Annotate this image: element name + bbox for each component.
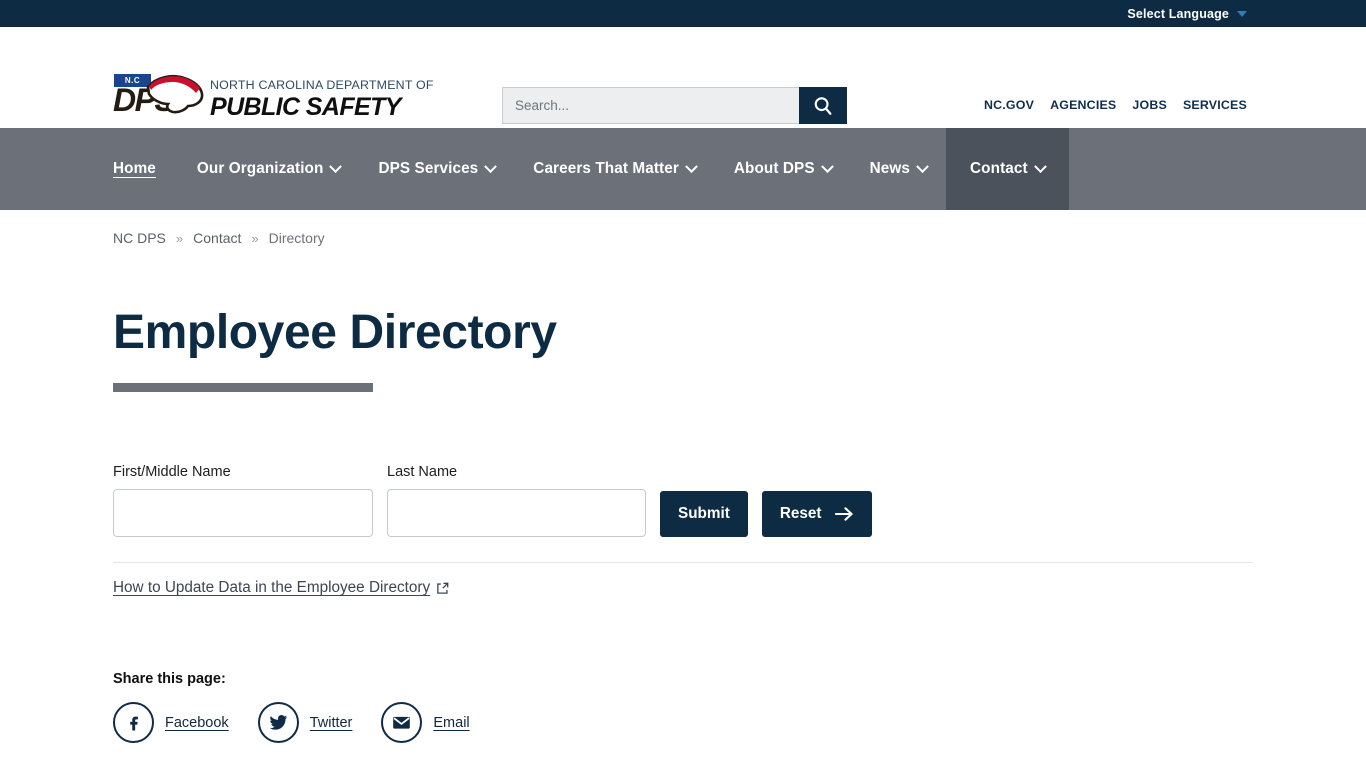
utility-link-services[interactable]: SERVICES: [1183, 98, 1247, 112]
email-icon: [393, 717, 411, 730]
breadcrumb-separator: »: [251, 230, 259, 246]
chevron-down-icon: [484, 159, 498, 173]
last-name-field-group: Last Name: [387, 464, 646, 538]
submit-button-label: Submit: [678, 505, 730, 523]
nav-item-about-dps[interactable]: About DPS: [715, 128, 851, 210]
share-facebook-label: Facebook: [165, 714, 229, 731]
chevron-down-icon: [916, 159, 929, 173]
twitter-icon-circle: [257, 702, 299, 744]
nav-item-contact[interactable]: Contact: [946, 128, 1069, 210]
breadcrumb-separator: »: [175, 230, 184, 246]
select-language-widget[interactable]: Select Language: [1127, 7, 1247, 21]
content-divider: [113, 562, 1253, 564]
language-bar: Select Language: [0, 0, 1366, 27]
reset-button-label: Reset: [779, 505, 822, 523]
nav-item-home[interactable]: Home: [113, 128, 178, 210]
nav-item-label: DPS Services: [378, 160, 479, 177]
chevron-down-icon: [329, 159, 343, 173]
masthead: N.C DPS NORTH CAROLINA DEPARTMENT OF PUB…: [0, 27, 1366, 128]
brand-line-2: PUBLIC SAFETY: [210, 93, 401, 121]
nav-item-label: Careers That Matter: [533, 160, 679, 177]
twitter-icon: [269, 715, 287, 731]
chevron-down-icon: [1237, 10, 1247, 17]
breadcrumb-item-directory: Directory: [268, 230, 325, 246]
last-name-input[interactable]: [387, 489, 646, 538]
nav-item-news[interactable]: News: [851, 128, 946, 210]
chevron-down-icon: [1033, 159, 1047, 173]
breadcrumb-item-contact[interactable]: Contact: [193, 230, 241, 246]
reset-button[interactable]: Reset: [761, 491, 872, 538]
nav-item-label: About DPS: [733, 160, 815, 177]
page-title: Employee Directory: [113, 306, 557, 359]
select-language-label: Select Language: [1127, 6, 1229, 21]
email-icon-circle: [381, 702, 423, 744]
submit-button[interactable]: Submit: [660, 491, 748, 538]
utility-nav: NC.GOV AGENCIES JOBS SERVICES: [984, 98, 1247, 112]
utility-link-jobs[interactable]: JOBS: [1132, 98, 1167, 112]
share-email[interactable]: Email: [381, 702, 470, 744]
share-section-title: Share this page:: [113, 671, 226, 688]
site-logo[interactable]: N.C DPS NORTH CAROLINA DEPARTMENT OF PUB…: [113, 73, 434, 121]
first-middle-name-label: First/Middle Name: [113, 464, 231, 481]
nav-item-label: Home: [113, 160, 156, 177]
employee-directory-search-form: First/Middle Name Last Name Submit Reset: [113, 464, 1366, 538]
breadcrumb-item-nc-dps[interactable]: NC DPS: [113, 230, 166, 246]
breadcrumb: NC DPS » Contact » Directory: [0, 210, 1366, 246]
search-icon: [814, 96, 832, 115]
utility-link-ncgov[interactable]: NC.GOV: [984, 98, 1034, 112]
external-link-icon: [437, 583, 449, 595]
brand-line-1: NORTH CAROLINA DEPARTMENT OF: [210, 78, 434, 92]
north-carolina-outline-icon: [146, 75, 204, 114]
main-navigation: Home Our Organization DPS Services Caree…: [0, 128, 1366, 210]
share-twitter[interactable]: Twitter: [257, 702, 353, 744]
site-search: [502, 87, 847, 124]
nav-item-our-organization[interactable]: Our Organization: [178, 128, 360, 210]
share-twitter-label: Twitter: [309, 714, 353, 731]
share-email-label: Email: [433, 714, 470, 731]
first-middle-name-field-group: First/Middle Name: [113, 464, 373, 538]
how-to-update-data-link[interactable]: How to Update Data in the Employee Direc…: [113, 579, 449, 597]
chevron-down-icon: [685, 159, 698, 173]
nav-item-dps-services[interactable]: DPS Services: [359, 128, 514, 210]
share-links-row: Facebook Twitter Email: [113, 702, 1366, 744]
last-name-label: Last Name: [387, 464, 458, 481]
share-facebook[interactable]: Facebook: [113, 702, 229, 744]
main-content: Employee Directory First/Middle Name Las…: [0, 306, 1366, 744]
title-underline-rule: [113, 383, 373, 393]
how-to-update-data-label: How to Update Data in the Employee Direc…: [113, 579, 431, 597]
nav-item-label: News: [869, 160, 911, 177]
arrow-right-icon: [834, 507, 853, 522]
chevron-down-icon: [820, 159, 834, 173]
share-section: Share this page: Facebook Twitter Email: [113, 671, 1366, 744]
brand-wordmark: NORTH CAROLINA DEPARTMENT OF PUBLIC SAFE…: [210, 73, 434, 121]
utility-link-agencies[interactable]: AGENCIES: [1050, 98, 1116, 112]
dps-logo-mark: N.C DPS: [113, 73, 204, 117]
facebook-icon: [129, 716, 138, 731]
facebook-icon-circle: [113, 702, 154, 744]
nav-item-label: Our Organization: [196, 160, 324, 177]
nav-item-label: Contact: [970, 160, 1028, 177]
search-input[interactable]: [502, 87, 799, 124]
search-submit-button[interactable]: [799, 87, 847, 124]
first-middle-name-input[interactable]: [113, 489, 373, 538]
nav-item-careers-that-matter[interactable]: Careers That Matter: [514, 128, 715, 210]
